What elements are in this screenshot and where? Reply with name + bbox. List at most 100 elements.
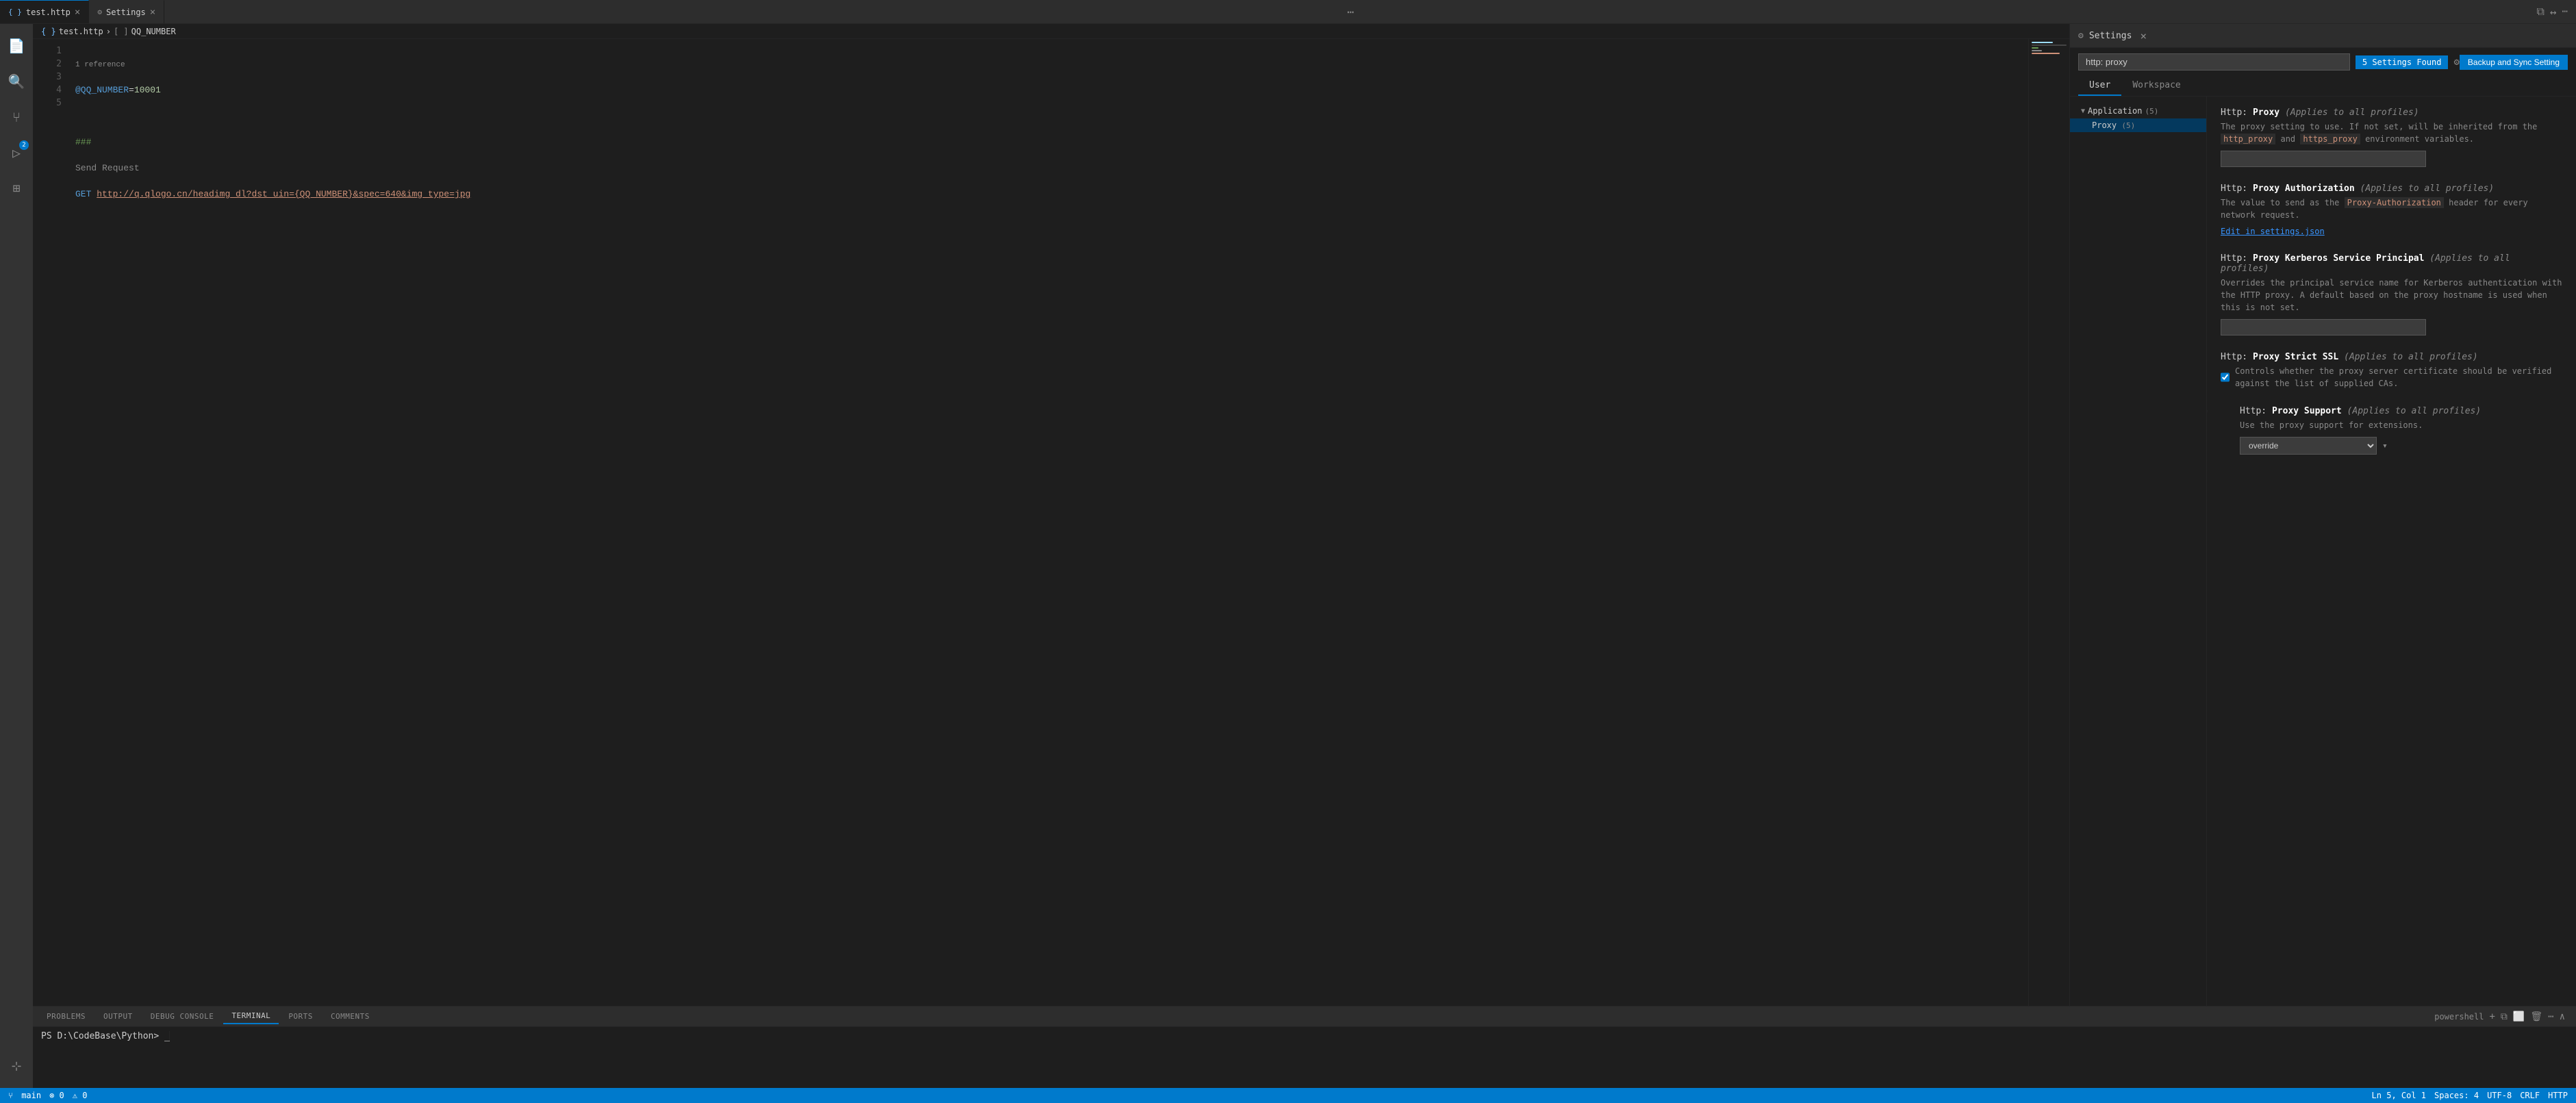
tab-test-http-label: test.http [26,8,71,17]
setting-select-row: override off on fallback ▾ [2240,437,2562,455]
setting-http-proxy-authorization-title: Http: Proxy Authorization (Applies to al… [2221,183,2562,194]
terminal-cursor: █ [164,1031,170,1041]
settings-group-application-header[interactable]: ▼ Application (5) [2070,103,2206,118]
setting-http-proxy-support-desc: Use the proxy support for extensions. [2240,419,2562,431]
split-editor-icon[interactable]: ⧉ [2536,5,2544,18]
maximize-panel-icon[interactable]: ⬜ [2513,1011,2525,1022]
code-content[interactable]: 1 reference @QQ_NUMBER=10001 ### Send Re… [67,39,2028,1006]
close-terminal-icon[interactable]: 🗑 [2530,1011,2542,1022]
language-label[interactable]: HTTP [2548,1091,2568,1100]
terminal-more-icon[interactable]: ⋯ [2548,1011,2553,1022]
add-terminal-icon[interactable]: + [2489,1011,2495,1022]
terminal-tab-terminal[interactable]: TERMINAL [223,1009,279,1024]
settings-tabs: User Workspace [2070,76,2576,97]
git-branch-label[interactable]: main [21,1091,41,1100]
tab-test-http[interactable]: { } test.http × [0,0,89,23]
spaces-label[interactable]: Spaces: 4 [2434,1091,2479,1100]
settings-close-btn[interactable]: × [2140,29,2147,42]
settings-header: ⚙ Settings × [2070,24,2576,48]
setting-http-proxy-strict-ssl-title: Http: Proxy Strict SSL (Applies to all p… [2221,352,2562,362]
terminal-content[interactable]: PS D:\CodeBase\Python> █ [33,1027,2576,1088]
settings-panel-title: Settings [2089,31,2132,41]
activity-item-remote[interactable]: ⊹ [0,1050,33,1082]
breadcrumb-file[interactable]: test.http [59,27,103,36]
setting-http-proxy-support-title: Http: Proxy Support (Applies to all prof… [2240,406,2562,416]
activity-item-search[interactable]: 🔍 [0,65,33,98]
setting-http-proxy-strict-ssl-desc: Controls whether the proxy server certif… [2235,365,2562,390]
settings-found-badge: 5 Settings Found [2356,55,2449,69]
editor-more-btn[interactable]: ⋯ [1342,5,1360,18]
tab-settings[interactable]: ⚙ Settings × [89,0,164,23]
split-terminal-icon[interactable]: ⧉ [2501,1011,2508,1022]
settings-file-icon: ⚙ [97,8,102,16]
http-file-icon: { } [8,8,22,16]
backup-sync-button[interactable]: Backup and Sync Setting [2460,55,2568,70]
proxy-count: (5) [2121,121,2135,130]
variable-decl: @QQ_NUMBER=10001 [75,85,161,95]
title-bar: { } test.http × ⚙ Settings × ⋯ ⧉ ↔ ⋯ [0,0,2576,24]
activity-item-extensions[interactable]: ⊞ [0,172,33,205]
close-icon[interactable]: × [75,7,80,18]
breadcrumb: { } test.http › [ ] QQ_NUMBER [33,24,2069,39]
terminal-tab-problems[interactable]: PROBLEMS [38,1009,94,1024]
terminal-area: PROBLEMS OUTPUT DEBUG CONSOLE TERMINAL P… [33,1006,2576,1088]
activity-item-run[interactable]: ▷ 2 [0,136,33,169]
close-panel-icon[interactable]: ∧ [2560,1011,2565,1022]
minimap [2028,39,2069,1006]
breadcrumb-symbol[interactable]: QQ_NUMBER [131,27,176,36]
breadcrumb-file-icon: { } [41,27,56,36]
powershell-label: powershell [2434,1012,2484,1022]
encoding-label[interactable]: UTF-8 [2487,1091,2512,1100]
settings-panel: ⚙ Settings × 5 Settings Found ⚙ Backup a… [2069,24,2576,1006]
setting-http-proxy-authorization-desc: The value to send as the Proxy-Authoriza… [2221,196,2562,221]
settings-group-application: ▼ Application (5) Proxy (5) [2070,102,2206,134]
setting-http-proxy-support-select[interactable]: override off on fallback [2240,437,2377,455]
tab-workspace[interactable]: Workspace [2121,76,2191,96]
terminal-tab-output[interactable]: OUTPUT [95,1009,141,1024]
settings-gear-btn[interactable]: ⚙ [2453,57,2459,68]
line-ending-label[interactable]: CRLF [2520,1091,2540,1100]
settings-search-input[interactable] [2078,53,2350,71]
chevron-down-icon: ▼ [2081,107,2085,115]
setting-http-proxy-strict-ssl-checkbox[interactable] [2221,372,2230,382]
reference-text: 1 reference [75,61,125,69]
terminal-tab-comments[interactable]: COMMENTS [323,1009,378,1024]
settings-icon: ⚙ [2078,31,2084,41]
cursor-position[interactable]: Ln 5, Col 1 [2372,1091,2426,1100]
setting-http-proxy-kerberos-title: Http: Proxy Kerberos Service Principal (… [2221,253,2562,274]
warning-count[interactable]: ⚠ 0 [73,1091,88,1100]
sidebar-item-proxy[interactable]: Proxy (5) [2070,118,2206,132]
setting-http-proxy-title: Http: Proxy (Applies to all profiles) [2221,107,2562,118]
close-icon[interactable]: × [150,7,155,18]
setting-http-proxy-kerberos-desc: Overrides the principal service name for… [2221,277,2562,314]
line-numbers: 1 2 3 4 5 [33,39,67,1006]
setting-http-proxy-authorization: Http: Proxy Authorization (Applies to al… [2221,183,2562,237]
activity-item-git[interactable]: ⑂ [0,101,33,134]
setting-http-proxy-desc: The proxy setting to use. If not set, wi… [2221,121,2562,145]
setting-http-proxy-kerberos-input[interactable] [2221,319,2426,335]
more-actions-icon[interactable]: ⋯ [2562,6,2568,17]
setting-http-proxy: Http: Proxy (Applies to all profiles) Th… [2221,107,2562,167]
settings-sidebar: ▼ Application (5) Proxy (5) [2070,97,2207,1006]
error-count[interactable]: ⊗ 0 [49,1091,64,1100]
setting-strict-ssl-checkbox-row: Controls whether the proxy server certif… [2221,365,2562,390]
proxy-label: Proxy [2092,121,2117,130]
edit-settings-json-link[interactable]: Edit in settings.json [2221,227,2325,236]
terminal-tab-ports[interactable]: PORTS [280,1009,321,1024]
git-branch-icon: ⑂ [8,1091,13,1100]
activity-item-explorer[interactable]: 📄 [0,29,33,62]
terminal-tab-debug-console[interactable]: DEBUG CONSOLE [142,1009,223,1024]
application-count: (5) [2145,107,2159,116]
setting-http-proxy-input[interactable] [2221,151,2426,167]
status-bar: ⑂ main ⊗ 0 ⚠ 0 Ln 5, Col 1 Spaces: 4 UTF… [0,1088,2576,1103]
terminal-tabs-bar: PROBLEMS OUTPUT DEBUG CONSOLE TERMINAL P… [33,1006,2576,1027]
tab-user[interactable]: User [2078,76,2121,96]
open-changes-icon[interactable]: ↔ [2550,5,2557,18]
settings-search-bar: 5 Settings Found ⚙ Backup and Sync Setti… [2070,48,2576,76]
code-editor[interactable]: 1 2 3 4 5 1 reference @QQ_NUMBER=10001 #… [33,39,2069,1006]
terminal-prompt: PS D:\CodeBase\Python> [41,1031,164,1041]
send-request-label: Send Request [75,163,140,173]
setting-http-proxy-strict-ssl: Http: Proxy Strict SSL (Applies to all p… [2221,352,2562,390]
get-request: GET http://q.qlogo.cn/headimg_dl?dst_uin… [75,189,470,199]
application-group-label: Application [2088,106,2142,116]
